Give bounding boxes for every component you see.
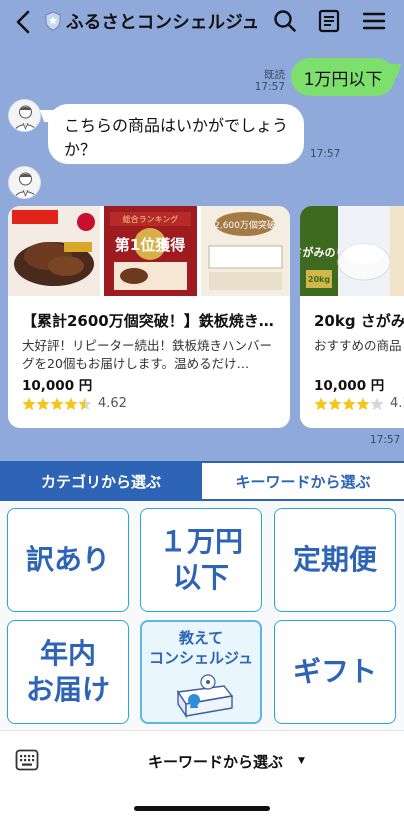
caret-down-icon[interactable]: ▼ — [298, 756, 305, 766]
chat-area[interactable]: 既読 17:57 1万円以下 こちらの商品はいかがでしょうか？ 17:57 総合… — [0, 44, 404, 461]
bot-message-bubble[interactable]: こちらの商品はいかがでしょうか？ — [48, 104, 304, 164]
rating-stars: 4.1 — [314, 396, 404, 411]
star-icon — [356, 397, 370, 410]
bottom-bar: キーワードから選ぶ ▼ — [0, 730, 404, 790]
user-message-bubble[interactable]: 1万円以下 — [291, 58, 395, 96]
product-image[interactable]: 総合ランキング 第1位獲得 — [104, 206, 197, 296]
product-image[interactable]: さがみのり 20kg — [300, 206, 404, 296]
message-time: 17:57 — [310, 148, 341, 160]
tile-ask-concierge[interactable]: 教えて コンシェルジュ — [140, 620, 262, 724]
back-icon[interactable] — [12, 8, 36, 36]
search-icon[interactable] — [272, 8, 298, 34]
tile-under-10000[interactable]: １万円 以下 — [140, 508, 262, 612]
rating-value: 4.1 — [390, 396, 404, 411]
concierge-avatar[interactable] — [8, 99, 41, 132]
tile-label: ギフト — [292, 655, 377, 688]
rich-menu-tabs: カテゴリから選ぶ キーワードから選ぶ — [0, 461, 404, 501]
rich-menu-grid: 訳あり １万円 以下 定期便 年内 お届け 教えて コンシェルジュ ギフト — [0, 501, 404, 730]
read-receipt: 既読 — [264, 69, 285, 81]
tile-subscription[interactable]: 定期便 — [274, 508, 396, 612]
star-icon — [22, 397, 36, 410]
tile-label: 定期便 — [292, 543, 377, 576]
concierge-avatar[interactable] — [8, 166, 41, 199]
product-title[interactable]: 【累計2600万個突破！】鉄板焼きハンバーグ — [22, 310, 278, 331]
product-card[interactable]: さがみのり 20kg 20kg さがみ おすすめの商品 10,000 円 4.1 — [300, 206, 404, 428]
message-time: 17:57 — [370, 434, 401, 446]
tile-wakeari[interactable]: 訳あり — [7, 508, 129, 612]
ranking-text: 総合ランキング — [123, 214, 179, 224]
product-price: 10,000 円 — [314, 378, 385, 394]
product-price: 10,000 円 — [22, 378, 93, 394]
tile-label: 訳あり — [25, 543, 110, 576]
product-description: おすすめの商品 — [314, 338, 402, 353]
star-icon — [50, 397, 64, 410]
chat-title: ふるさとコンシェルジュ — [66, 13, 260, 33]
star-icon — [342, 397, 356, 410]
sales-total-text: 2,600万個突破 — [214, 219, 276, 231]
shield-icon — [45, 11, 61, 31]
rich-menu-toggle[interactable]: キーワードから選ぶ — [148, 751, 283, 772]
star-icon — [314, 397, 328, 410]
rice-weight-text: 20kg — [308, 275, 330, 284]
product-image[interactable] — [8, 206, 100, 296]
tile-label-line1: 教えて — [178, 629, 224, 647]
product-description: 大好評！リピーター続出！鉄板焼きハンバーグを20個もお届けします。温めるだけ… — [22, 338, 273, 371]
star-icon — [64, 397, 78, 410]
tab-category[interactable]: カテゴリから選ぶ — [0, 461, 202, 501]
message-time: 17:57 — [254, 81, 285, 93]
home-indicator — [134, 806, 270, 811]
keyboard-icon[interactable] — [15, 749, 39, 771]
first-place-text: 第1位獲得 — [115, 236, 185, 254]
star-icon — [328, 397, 342, 410]
tab-keyword[interactable]: キーワードから選ぶ — [202, 461, 404, 501]
product-card[interactable]: 総合ランキング 第1位獲得 2,600万個突破 【累計2600万個突破！】鉄板焼… — [8, 206, 290, 428]
chat-header: ふるさとコンシェルジュ — [0, 0, 404, 44]
tile-gift[interactable]: ギフト — [274, 620, 396, 724]
star-empty-icon — [370, 397, 384, 410]
tile-label-line2: 以下 — [172, 561, 229, 594]
rating-value: 4.62 — [98, 396, 127, 411]
concierge-desk-icon — [176, 674, 234, 719]
product-image[interactable]: 2,600万個突破 — [201, 206, 290, 296]
star-icon — [36, 397, 50, 410]
tile-label-line2: コンシェルジュ — [149, 649, 253, 667]
tile-label-line1: １万円 — [158, 525, 243, 558]
rating-stars: 4.62 — [22, 396, 127, 411]
tile-year-end-delivery[interactable]: 年内 お届け — [7, 620, 129, 724]
tile-label-line1: 年内 — [39, 637, 96, 670]
tile-label-line2: お届け — [25, 673, 110, 706]
product-title[interactable]: 20kg さがみ — [314, 310, 404, 331]
note-icon[interactable] — [316, 8, 342, 34]
star-half-icon — [78, 397, 92, 410]
menu-icon[interactable] — [361, 8, 387, 34]
